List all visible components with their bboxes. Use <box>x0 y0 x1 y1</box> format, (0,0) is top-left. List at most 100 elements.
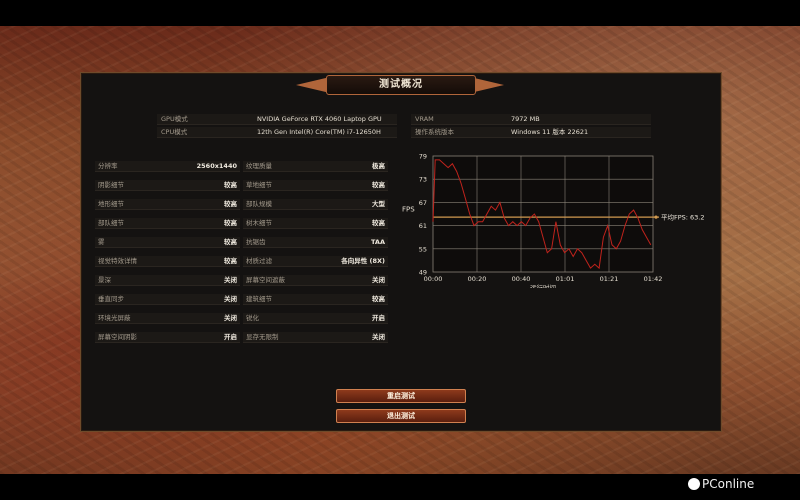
setting-row: 垂直同步 关闭 <box>95 294 240 305</box>
x-axis-label: 运行时间 <box>530 283 556 288</box>
setting-value: 较高 <box>372 295 385 303</box>
setting-value: 较高 <box>224 257 237 265</box>
setting-value: 关闭 <box>372 333 385 341</box>
info-label: CPU模式 <box>161 128 188 136</box>
setting-value: 较高 <box>224 238 237 246</box>
setting-row: 视觉特效详情 较高 <box>95 256 240 267</box>
info-label: VRAM <box>415 115 434 123</box>
setting-label: 建筑细节 <box>246 295 272 303</box>
setting-label: 阴影细节 <box>98 181 124 189</box>
setting-value: 关闭 <box>224 276 237 284</box>
setting-row: 抗锯齿 TAA <box>243 237 388 248</box>
setting-value: 极高 <box>372 162 385 170</box>
setting-value: 关闭 <box>224 295 237 303</box>
setting-value: 2560x1440 <box>196 162 237 170</box>
setting-label: 部队细节 <box>98 219 124 227</box>
setting-value: 关闭 <box>372 276 385 284</box>
x-tick-label: 00:20 <box>468 275 487 283</box>
setting-value: 大型 <box>372 200 385 208</box>
watermark-text: PConline <box>702 477 755 491</box>
letterbox-top <box>0 0 800 26</box>
setting-row: 部队细节 较高 <box>95 218 240 229</box>
info-value: Windows 11 版本 22621 <box>511 128 589 136</box>
setting-row: 材质过滤 各向异性 (8X) <box>243 256 388 267</box>
setting-row: 环境光屏蔽 关闭 <box>95 313 240 324</box>
x-tick-label: 01:21 <box>600 275 619 283</box>
setting-row: 纹理质量 极高 <box>243 161 388 172</box>
setting-label: 材质过滤 <box>246 257 272 265</box>
setting-row: 阴影细节 较高 <box>95 180 240 191</box>
setting-label: 屏幕空间阴影 <box>98 333 137 341</box>
restart-test-button[interactable]: 重启测试 <box>336 389 466 403</box>
x-tick-label: 00:40 <box>512 275 531 283</box>
setting-value: 开启 <box>224 333 237 341</box>
watermark: PConline <box>688 474 754 494</box>
setting-value: 较高 <box>224 200 237 208</box>
x-tick-label: 01:42 <box>644 275 663 283</box>
setting-label: 草地细节 <box>246 181 272 189</box>
setting-label: 垂直同步 <box>98 295 124 303</box>
setting-label: 部队规模 <box>246 200 272 208</box>
setting-value: 关闭 <box>224 314 237 322</box>
info-label: GPU模式 <box>161 115 188 123</box>
y-tick-label: 49 <box>419 269 427 277</box>
exit-test-button[interactable]: 退出测试 <box>336 409 466 423</box>
y-tick-label: 79 <box>419 153 427 161</box>
setting-value: 开启 <box>372 314 385 322</box>
y-tick-label: 55 <box>419 245 427 253</box>
setting-value: 较高 <box>372 219 385 227</box>
info-label: 操作系统版本 <box>415 128 454 136</box>
y-tick-label: 67 <box>419 199 427 207</box>
setting-label: 视觉特效详情 <box>98 257 137 265</box>
setting-label: 锐化 <box>246 314 259 322</box>
setting-value: 较高 <box>224 219 237 227</box>
setting-label: 纹理质量 <box>246 162 272 170</box>
info-row-gpu: GPU模式 NVIDIA GeForce RTX 4060 Laptop GPU <box>157 114 397 125</box>
letterbox-bottom <box>0 474 800 500</box>
setting-row: 部队规模 大型 <box>243 199 388 210</box>
panel-title: 测试概况 <box>326 75 476 95</box>
setting-label: 显存无限制 <box>246 333 279 341</box>
setting-label: 屏幕空间遮蔽 <box>246 276 285 284</box>
info-value: NVIDIA GeForce RTX 4060 Laptop GPU <box>257 115 382 123</box>
average-fps-label: 平均FPS: 63.2 <box>661 213 705 222</box>
info-row-os: 操作系统版本 Windows 11 版本 22621 <box>411 127 651 138</box>
title-banner: 测试概况 <box>296 73 504 97</box>
y-axis-label: FPS <box>402 206 415 214</box>
average-marker <box>654 215 658 219</box>
setting-row: 树木细节 较高 <box>243 218 388 229</box>
info-row-cpu: CPU模式 12th Gen Intel(R) Core(TM) i7-1265… <box>157 127 397 138</box>
setting-label: 抗锯齿 <box>246 238 266 246</box>
setting-label: 地形细节 <box>98 200 124 208</box>
setting-row: 草地细节 较高 <box>243 180 388 191</box>
fps-chart: 00:00 00:20 00:40 01:01 01:21 01:42 79 73 67 61 55… <box>398 148 710 293</box>
info-value: 12th Gen Intel(R) Core(TM) i7-12650H <box>257 128 381 136</box>
banner-left-arrow-icon <box>296 77 330 93</box>
setting-label: 分辨率 <box>98 162 118 170</box>
setting-value: 各向异性 (8X) <box>341 257 385 265</box>
setting-value: 较高 <box>372 181 385 189</box>
info-value: 7972 MB <box>511 115 540 123</box>
y-tick-label: 73 <box>419 176 427 184</box>
setting-row: 屏幕空间阴影 开启 <box>95 332 240 343</box>
setting-label: 树木细节 <box>246 219 272 227</box>
fps-chart-svg: 00:00 00:20 00:40 01:01 01:21 01:427973676155… <box>402 153 705 293</box>
setting-row: 屏幕空间遮蔽 关闭 <box>243 275 388 286</box>
info-row-vram: VRAM 7972 MB <box>411 114 651 125</box>
setting-label: 雾 <box>98 238 105 246</box>
y-tick-label: 61 <box>419 222 427 230</box>
setting-label: 景深 <box>98 276 111 284</box>
setting-row: 景深 关闭 <box>95 275 240 286</box>
setting-row: 建筑细节 较高 <box>243 294 388 305</box>
setting-label: 环境光屏蔽 <box>98 314 131 322</box>
setting-value: TAA <box>371 238 385 246</box>
setting-value: 较高 <box>224 181 237 189</box>
pconline-logo-icon <box>688 477 700 490</box>
setting-row: 雾 较高 <box>95 237 240 248</box>
setting-row: 锐化 开启 <box>243 313 388 324</box>
plot-area <box>432 155 654 273</box>
x-tick-label: 01:01 <box>556 275 575 283</box>
setting-row: 分辨率 2560x1440 <box>95 161 240 172</box>
setting-row: 显存无限制 关闭 <box>243 332 388 343</box>
setting-row: 地形细节 较高 <box>95 199 240 210</box>
